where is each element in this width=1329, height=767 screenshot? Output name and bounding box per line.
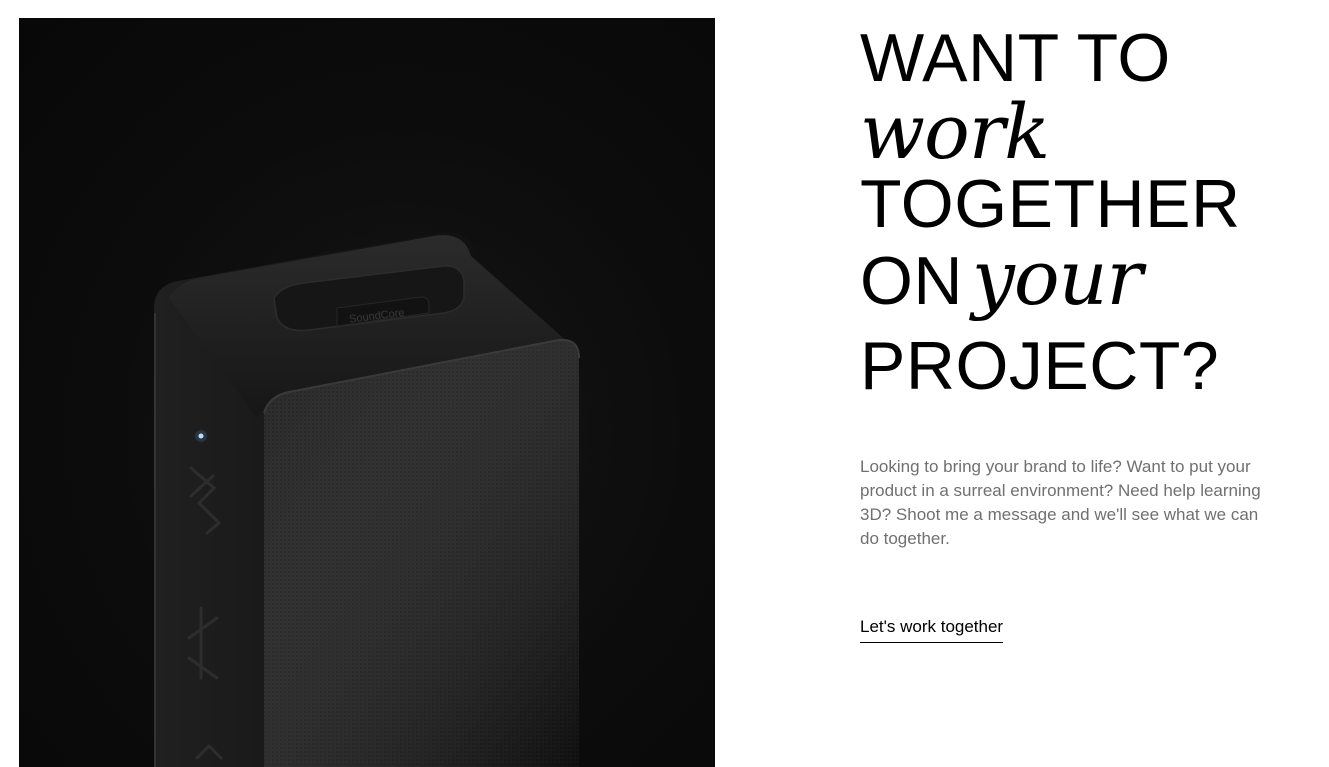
headline-line-5: PROJECT?: [860, 328, 1220, 404]
lets-work-together-link[interactable]: Let's work together: [860, 617, 1004, 643]
page-headline: WANT TO work TOGETHER ON your PROJECT?: [860, 22, 1241, 403]
contact-description: Looking to bring your brand to life? Wan…: [860, 457, 1261, 548]
headline-line-4-italic: your: [971, 233, 1143, 322]
headline-line-1: WANT TO: [860, 20, 1171, 96]
headline-line-2: work: [860, 87, 1050, 176]
contact-section: SoundCore WANT TO work TOGETHER ON your …: [0, 0, 1329, 767]
headline-line-3: TOGETHER: [860, 166, 1241, 242]
speaker-body: SoundCore: [154, 232, 582, 767]
speaker-product-image: SoundCore: [19, 18, 715, 767]
headline-line-4-sans: ON: [860, 243, 963, 319]
headline-line-4: ON your: [860, 240, 1241, 330]
